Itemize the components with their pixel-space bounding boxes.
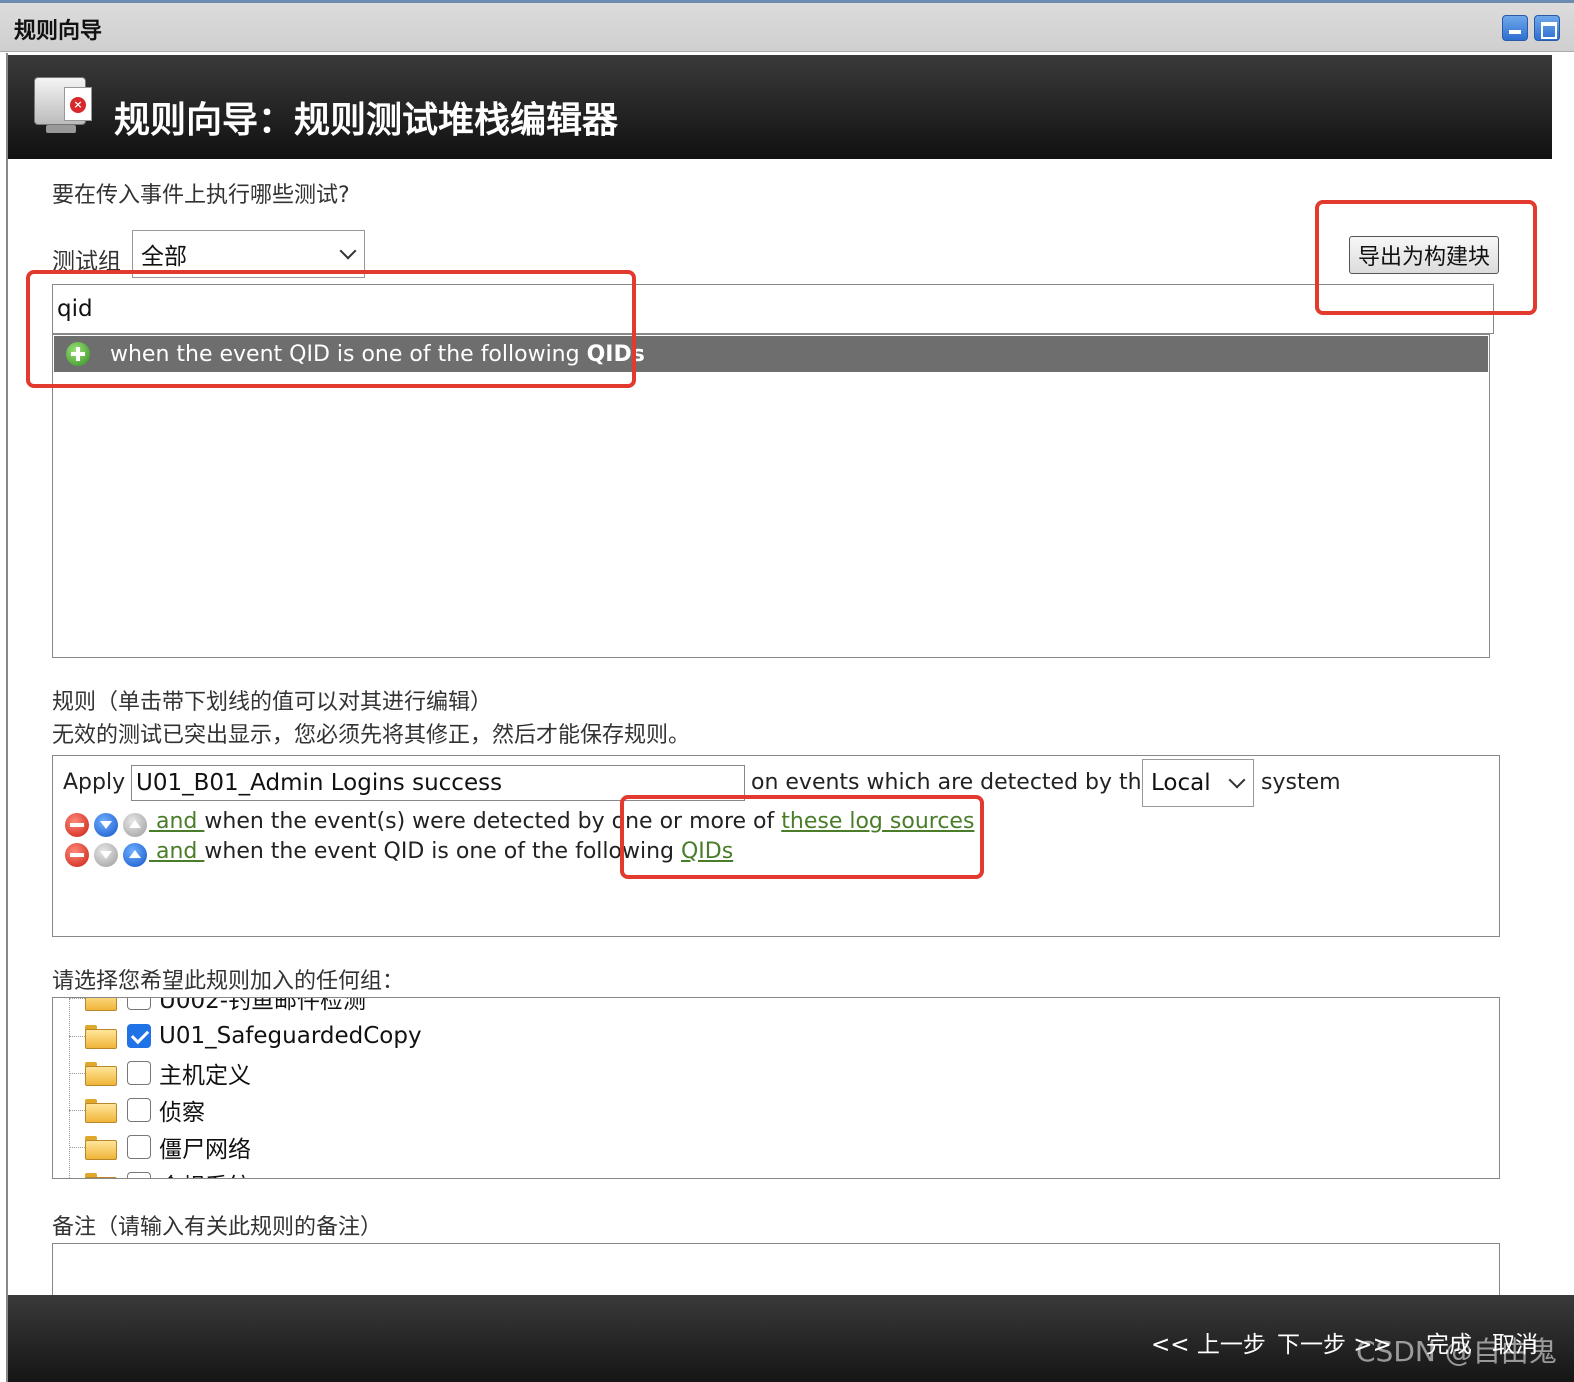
system-select[interactable]: Local [1142, 759, 1254, 807]
test-filter-input[interactable]: qid [52, 284, 1494, 334]
group-checkbox[interactable] [127, 1061, 151, 1085]
qids-link[interactable]: QIDs [681, 839, 733, 864]
rule-line-1: and when the event(s) were detected by o… [149, 809, 975, 834]
rule-wizard-icon: × [30, 73, 100, 135]
maximize-icon[interactable] [1534, 15, 1560, 41]
test-result-text: when the event QID is one of the followi… [110, 341, 587, 367]
wizard-header: × 规则向导：规则测试堆栈编辑器 [8, 55, 1552, 159]
page-title: 规则向导：规则测试堆栈编辑器 [114, 100, 619, 141]
test-result-bold: QIDs [586, 341, 645, 367]
tree-item[interactable]: U01_SafeguardedCopy [69, 1019, 422, 1053]
on-events-text: on events which are detected by the [751, 770, 1156, 795]
tree-item[interactable]: 主机定义 [69, 1056, 251, 1090]
tree-item[interactable]: U002-钓鱼邮件检测 [69, 998, 366, 1015]
group-checkbox[interactable] [127, 1098, 151, 1122]
rule-line-2: and when the event QID is one of the fol… [149, 839, 734, 864]
tree-item[interactable]: 侦察 [69, 1093, 205, 1127]
export-as-building-block-button[interactable]: 导出为构建块 [1349, 236, 1499, 274]
test-filter-value: qid [57, 296, 93, 322]
list-item[interactable]: when the event QID is one of the followi… [54, 336, 1488, 372]
folder-icon [85, 998, 117, 1011]
folder-icon [85, 1173, 117, 1178]
notes-label: 备注（请输入有关此规则的备注） [52, 1215, 383, 1240]
group-checkbox[interactable] [127, 1135, 151, 1159]
rule-editor: Apply U01_B01_Admin Logins success on ev… [52, 755, 1500, 937]
rule-name-input[interactable]: U01_B01_Admin Logins success [131, 765, 745, 801]
rule-instructions-1: 规则（单击带下划线的值可以对其进行编辑） [52, 690, 493, 715]
minimize-icon[interactable] [1502, 15, 1528, 41]
and-link[interactable]: and [149, 809, 204, 834]
test-results-list[interactable]: when the event QID is one of the followi… [52, 334, 1490, 658]
group-checkbox[interactable] [127, 1024, 151, 1048]
group-tree[interactable]: U002-钓鱼邮件检测 U01_SafeguardedCopy 主机定义 侦察 … [52, 997, 1500, 1179]
groups-label: 请选择您希望此规则加入的任何组： [52, 969, 405, 994]
group-checkbox[interactable] [127, 998, 151, 1010]
chevron-down-icon [1228, 771, 1246, 789]
add-plus-icon[interactable] [66, 342, 90, 366]
and-link[interactable]: and [149, 839, 204, 864]
tree-item[interactable]: 僵尸网络 [69, 1130, 251, 1164]
move-down-disabled-icon [94, 843, 118, 867]
rule-instructions-2: 无效的测试已突出显示，您必须先将其修正，然后才能保存规则。 [52, 723, 691, 748]
move-up-icon[interactable] [123, 843, 147, 867]
group-checkbox[interactable] [127, 1172, 151, 1178]
test-group-select[interactable]: 全部 [132, 230, 365, 278]
folder-icon [85, 1099, 117, 1123]
wizard-footer: << 上一步 下一步 >> 完成 取消 [8, 1295, 1574, 1382]
test-group-label: 测试组 [52, 249, 121, 275]
window-title: 规则向导 [14, 19, 103, 44]
remove-test-icon[interactable] [65, 813, 89, 837]
window-titlebar: 规则向导 [0, 0, 1574, 52]
remove-test-icon[interactable] [65, 843, 89, 867]
log-sources-link[interactable]: these log sources [781, 809, 974, 834]
watermark: CSDN @自由鬼 [1356, 1335, 1557, 1368]
chevron-down-icon [339, 242, 357, 260]
system-suffix: system [1261, 770, 1341, 795]
tree-item[interactable]: 合规系统 [69, 1167, 251, 1178]
rule-name-value: U01_B01_Admin Logins success [136, 770, 503, 796]
move-up-disabled-icon [123, 813, 147, 837]
move-down-icon[interactable] [94, 813, 118, 837]
test-group-selected: 全部 [141, 244, 187, 270]
folder-icon [85, 1062, 117, 1086]
folder-icon [85, 1025, 117, 1049]
tests-question: 要在传入事件上执行哪些测试? [52, 183, 350, 208]
notes-textarea[interactable] [52, 1243, 1500, 1303]
apply-label: Apply [63, 770, 126, 795]
system-selected: Local [1151, 770, 1211, 796]
folder-icon [85, 1136, 117, 1160]
previous-button[interactable]: << 上一步 [1151, 1325, 1266, 1359]
